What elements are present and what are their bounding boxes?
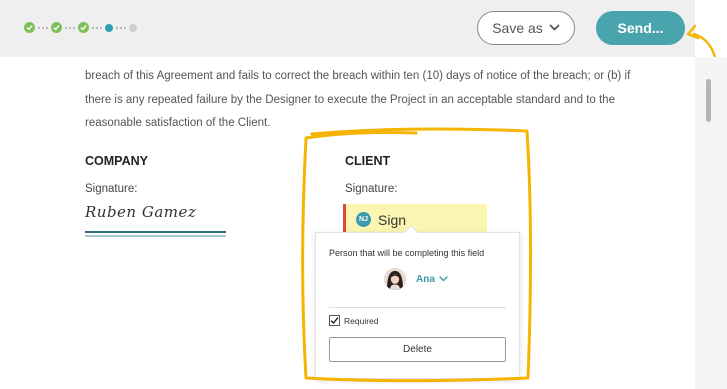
- step-complete-icon: [24, 22, 35, 33]
- company-signature: Ruben Gamez: [85, 203, 197, 221]
- step-connector: [38, 26, 48, 29]
- step-connector: [116, 26, 126, 29]
- field-settings-popover: Person that will be completing this fiel…: [315, 224, 520, 379]
- step-complete-icon: [51, 22, 62, 33]
- step-connector: [92, 26, 102, 29]
- client-signature-label: Signature:: [345, 183, 398, 195]
- document-page: breach of this Agreement and fails to co…: [0, 57, 695, 389]
- company-heading: COMPANY: [85, 154, 148, 168]
- divider: [329, 307, 506, 308]
- step-pending-dot: [129, 23, 137, 32]
- scrollbar-thumb[interactable]: [706, 79, 711, 122]
- progress-steps: [24, 22, 137, 33]
- paragraph-line: there is any repeated failure by the Des…: [85, 94, 615, 106]
- chevron-down-icon: [549, 24, 560, 31]
- send-label: Send...: [617, 20, 664, 36]
- save-as-button[interactable]: Save as: [477, 11, 575, 45]
- signature-underline: [85, 231, 226, 239]
- assignee-name[interactable]: Ana: [416, 274, 448, 285]
- send-button[interactable]: Send...: [596, 11, 685, 45]
- required-option[interactable]: Required: [329, 315, 379, 326]
- required-label: Required: [344, 315, 379, 326]
- step-connector: [65, 26, 75, 29]
- delete-label: Delete: [403, 344, 432, 355]
- paragraph-line: breach of this Agreement and fails to co…: [85, 70, 631, 82]
- step-current-dot: [105, 23, 113, 32]
- checkmark-icon: [330, 317, 339, 325]
- client-heading: CLIENT: [345, 154, 391, 168]
- sign-field-label: Sign: [378, 211, 407, 228]
- assignee-name-label: Ana: [416, 273, 435, 285]
- signer-initials-badge: NJ: [356, 212, 371, 227]
- assignee-selector[interactable]: Ana: [384, 268, 448, 290]
- popover-title: Person that will be completing this fiel…: [329, 248, 485, 258]
- step-complete-icon: [78, 22, 89, 33]
- delete-button[interactable]: Delete: [329, 337, 506, 362]
- save-as-label: Save as: [492, 20, 543, 36]
- required-checkbox[interactable]: [329, 315, 340, 326]
- vertical-scrollbar[interactable]: [695, 57, 727, 389]
- paragraph-line: reasonable satisfaction of the Client.: [85, 117, 271, 129]
- top-toolbar: Save as Send...: [0, 0, 695, 57]
- chevron-down-icon: [439, 276, 448, 282]
- avatar: [384, 268, 406, 290]
- company-signature-label: Signature:: [85, 183, 138, 195]
